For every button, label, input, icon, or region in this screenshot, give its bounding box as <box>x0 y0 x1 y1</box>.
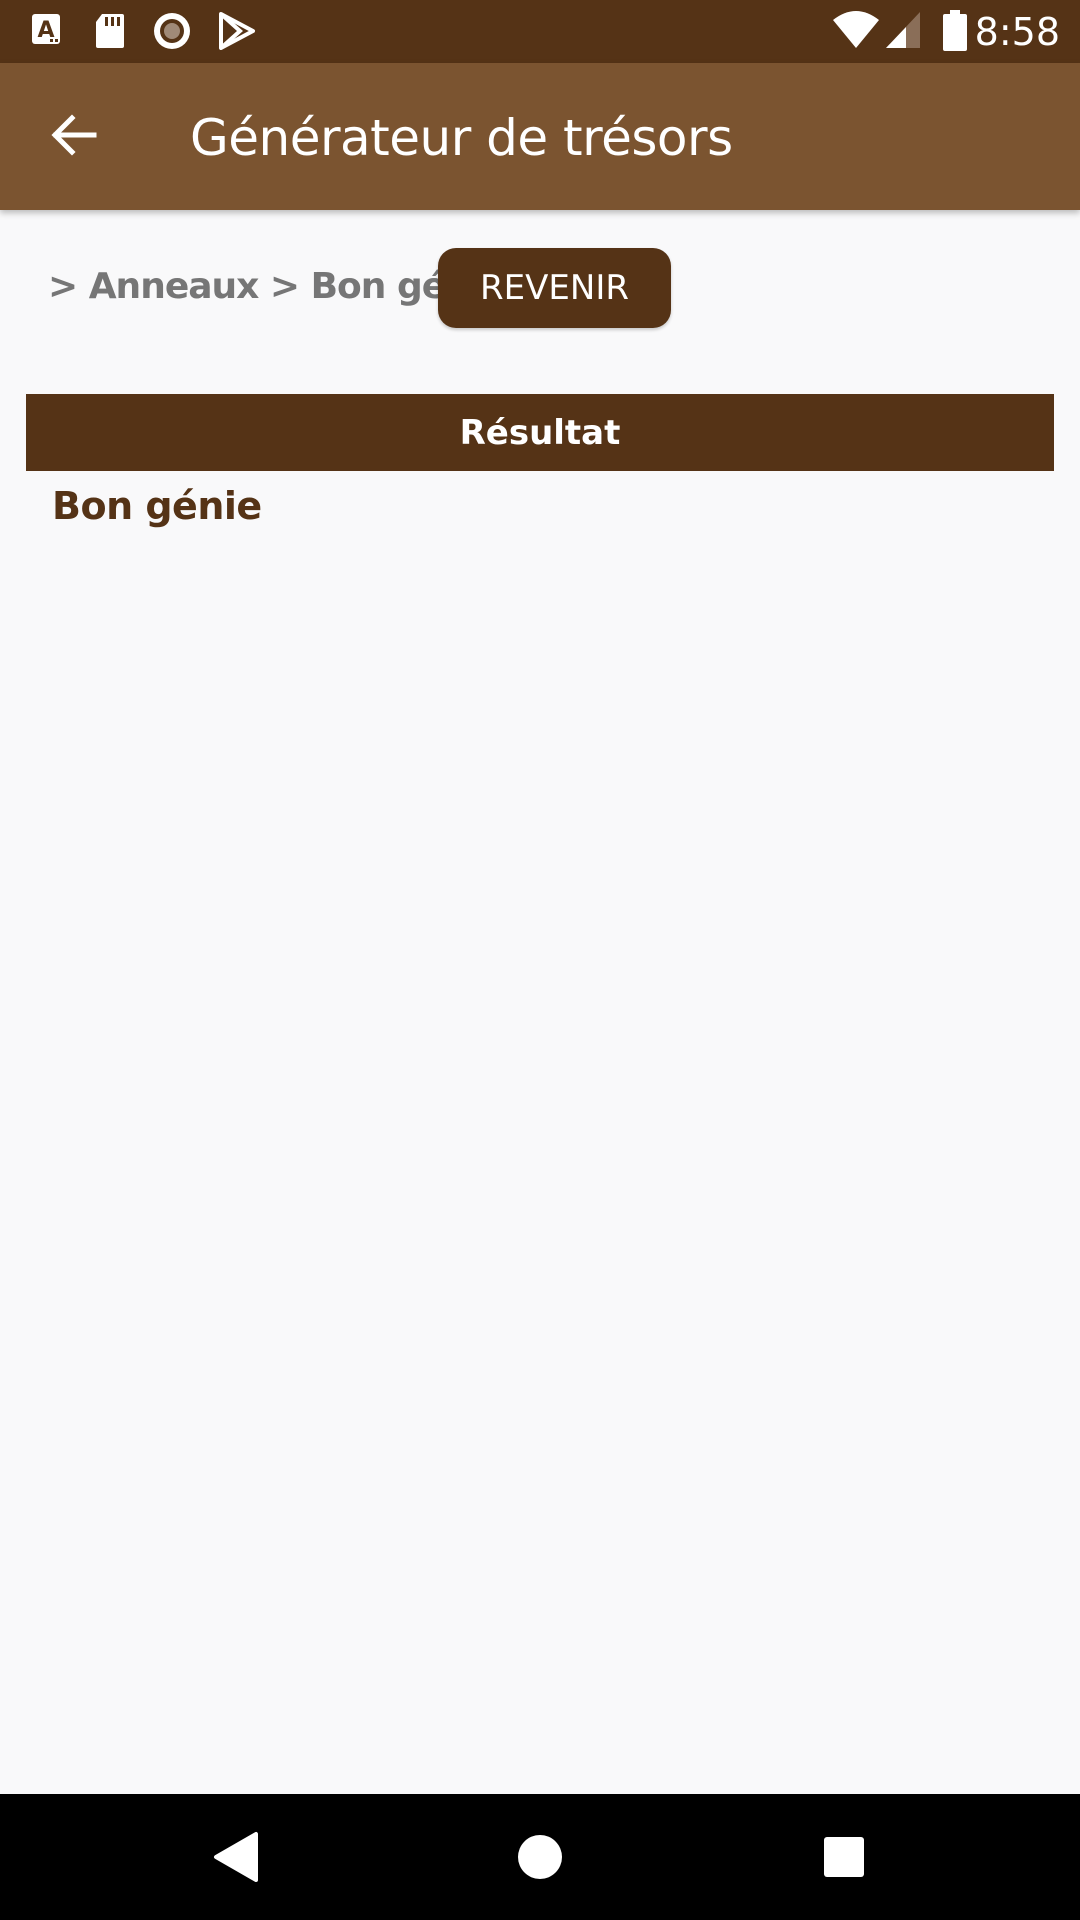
back-button[interactable] <box>34 97 114 177</box>
nav-recents-button[interactable] <box>811 1824 877 1890</box>
home-circle-icon <box>507 1835 573 1894</box>
back-triangle-icon <box>202 1832 268 1894</box>
nav-back-button[interactable] <box>202 1824 268 1890</box>
wifi-icon <box>832 10 880 55</box>
record-icon <box>152 12 192 57</box>
nav-home-button[interactable] <box>507 1824 573 1890</box>
recents-square-icon <box>811 1837 877 1894</box>
sd-card-icon <box>94 12 126 55</box>
battery-icon <box>942 10 968 57</box>
result-value: Bon génie <box>52 484 262 528</box>
breadcrumb: > Anneaux > Bon génie <box>48 266 506 307</box>
app-bar: Générateur de trésors <box>0 63 1080 210</box>
result-header: Résultat <box>26 394 1054 471</box>
navigation-bar <box>0 1794 1080 1920</box>
status-time: 8:58 <box>974 10 1060 54</box>
arrow-left-icon <box>50 113 98 162</box>
revenir-button[interactable]: REVENIR <box>438 248 671 328</box>
font-a-icon: A <box>30 12 64 53</box>
signal-icon <box>884 10 922 55</box>
play-store-icon <box>218 12 256 55</box>
page-title: Générateur de trésors <box>190 109 733 167</box>
status-bar: A 8:58 <box>0 0 1080 63</box>
